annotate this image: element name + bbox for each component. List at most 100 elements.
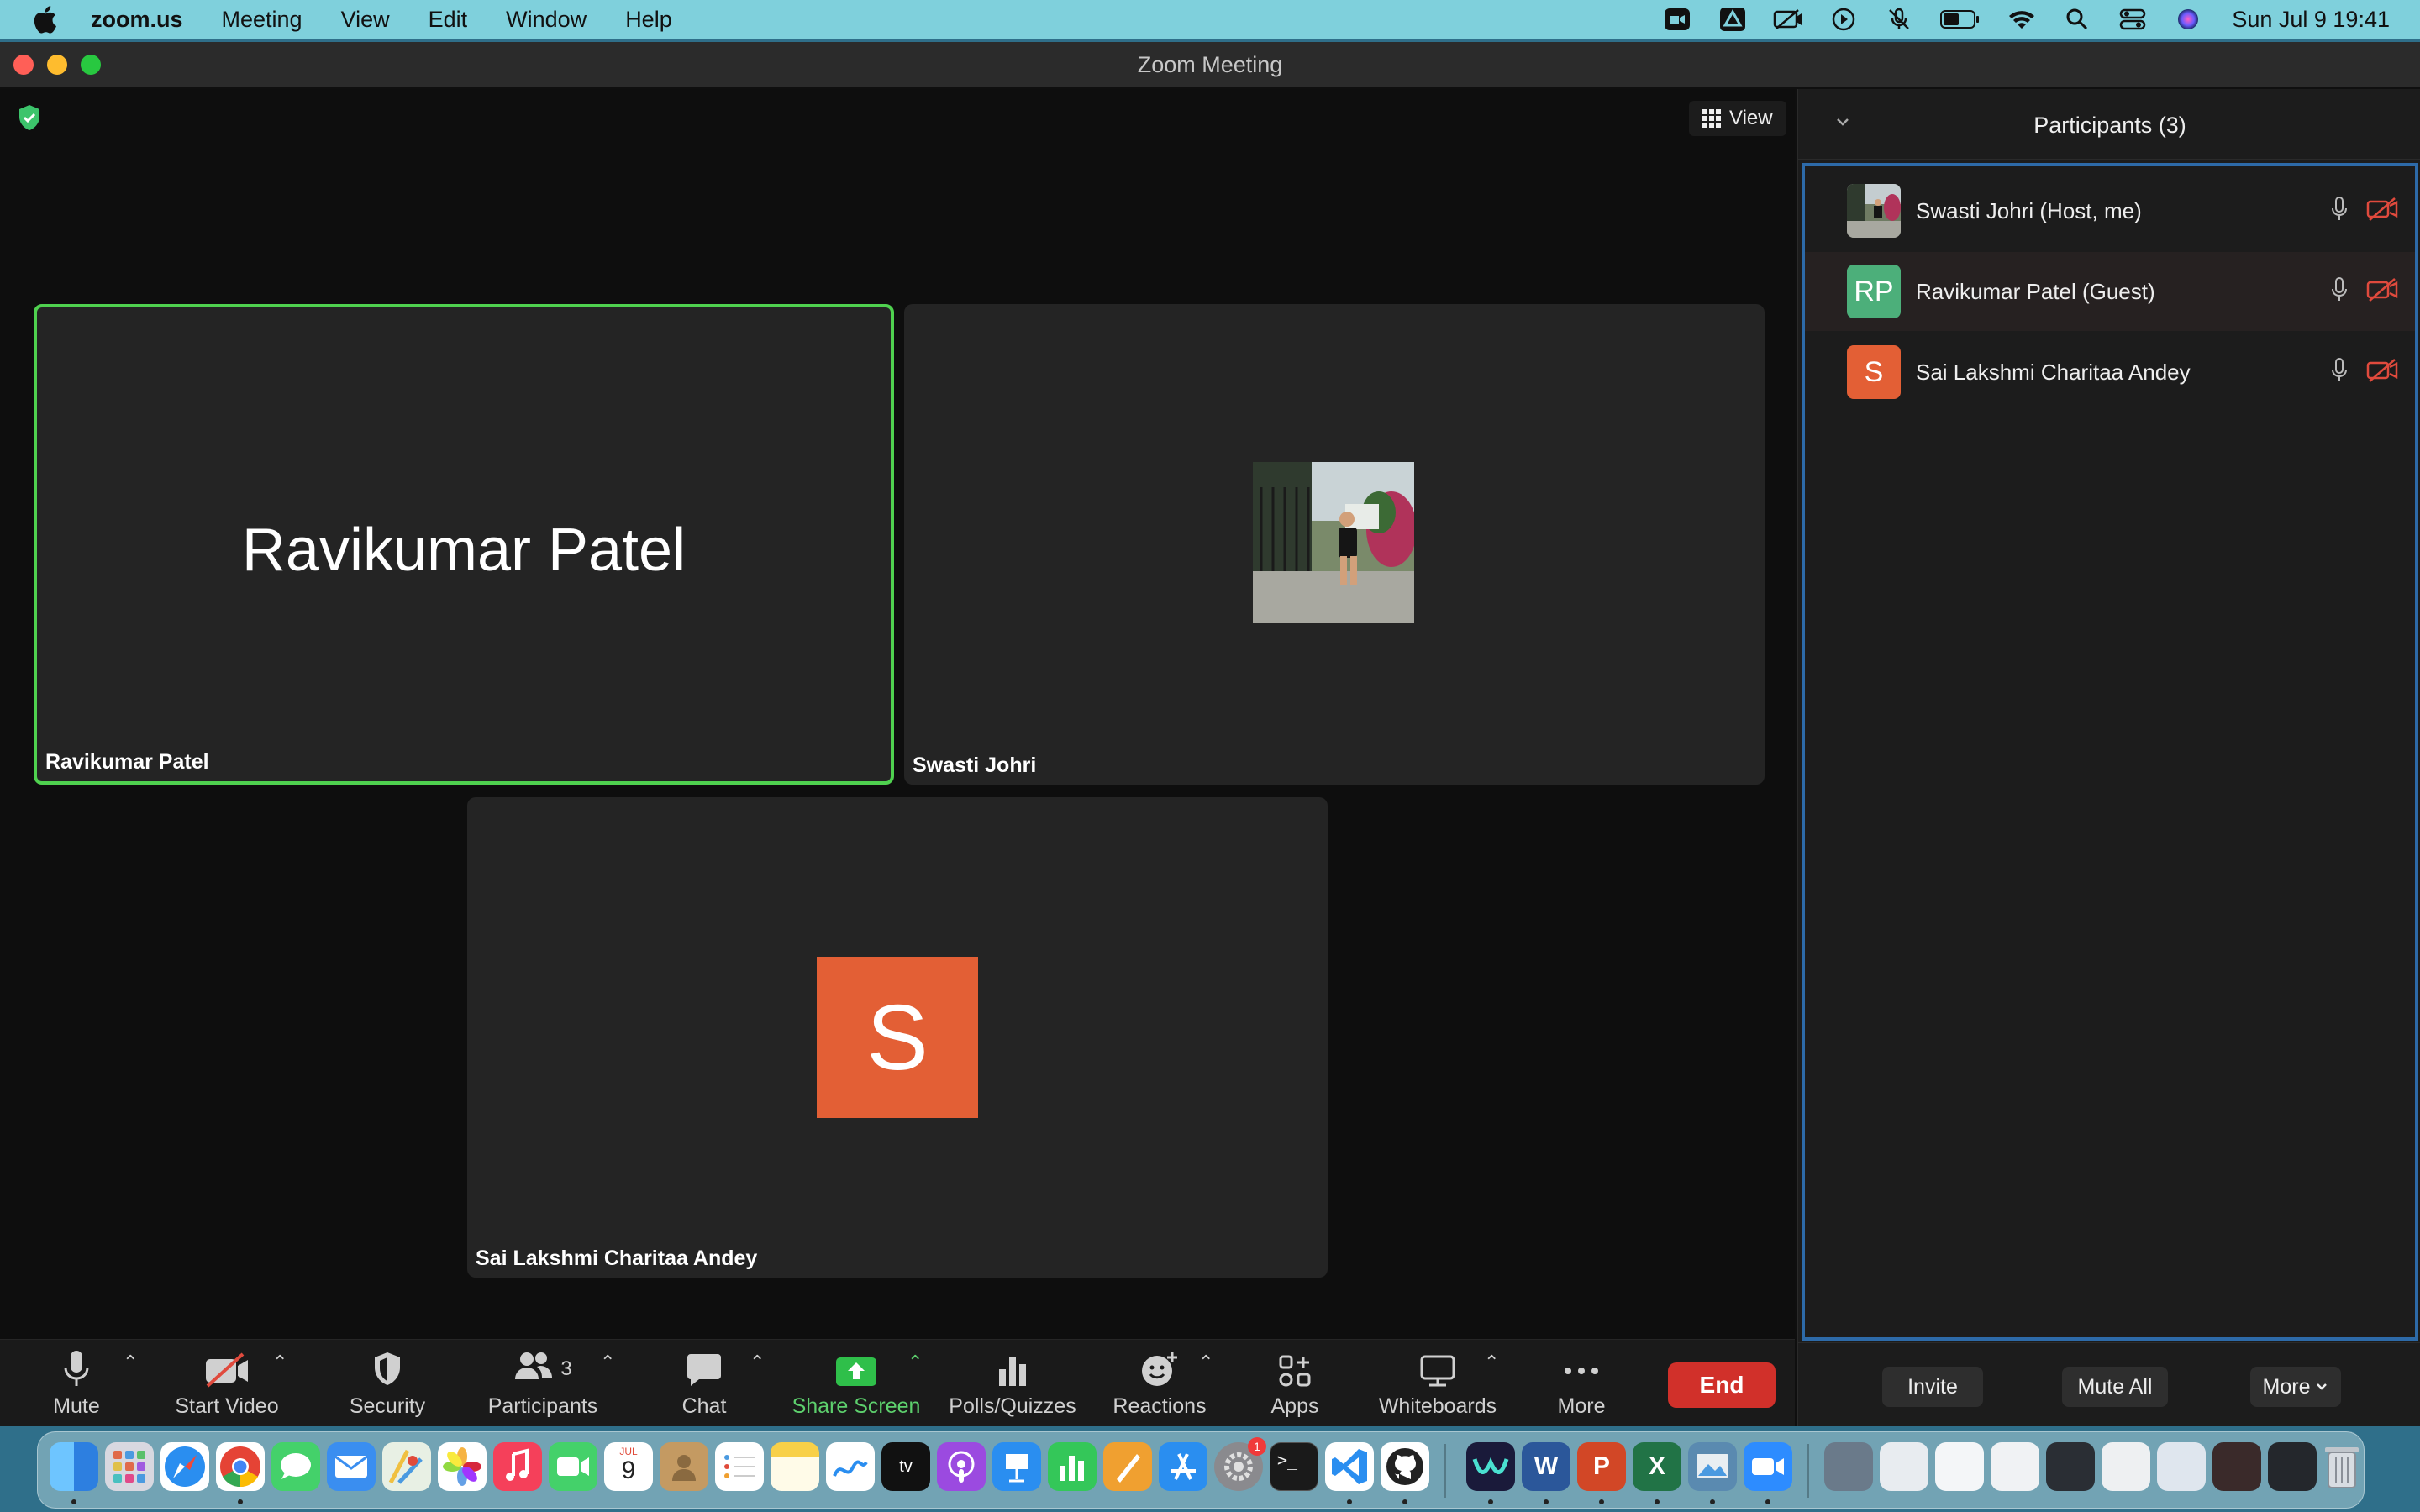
video-off-icon[interactable] bbox=[2366, 277, 2398, 307]
captions-icon[interactable] bbox=[1773, 7, 1803, 32]
webex-icon[interactable] bbox=[1466, 1442, 1515, 1491]
more-button[interactable]: More bbox=[1546, 1340, 1617, 1427]
contacts-icon[interactable] bbox=[660, 1442, 708, 1491]
zoom-app-icon[interactable] bbox=[1744, 1442, 1792, 1491]
apple-tv-icon[interactable]: tv bbox=[881, 1442, 930, 1491]
system-settings-icon[interactable]: 1 bbox=[1214, 1437, 1266, 1491]
wifi-icon[interactable] bbox=[2007, 7, 2037, 32]
music-icon[interactable] bbox=[493, 1442, 542, 1491]
whiteboards-button[interactable]: Whiteboards bbox=[1373, 1340, 1502, 1427]
security-button[interactable]: Security bbox=[336, 1340, 439, 1427]
menu-edit[interactable]: Edit bbox=[429, 7, 468, 33]
word-icon[interactable]: W bbox=[1522, 1442, 1570, 1491]
spotlight-icon[interactable] bbox=[2062, 7, 2092, 32]
menu-window[interactable]: Window bbox=[506, 7, 587, 33]
mute-all-button[interactable]: Mute All bbox=[2062, 1367, 2168, 1407]
end-meeting-button[interactable]: End bbox=[1668, 1362, 1776, 1408]
photos-icon[interactable] bbox=[438, 1442, 487, 1491]
whiteboards-label: Whiteboards bbox=[1378, 1394, 1497, 1418]
microphone-icon[interactable] bbox=[2329, 196, 2349, 227]
numbers-icon[interactable] bbox=[1048, 1442, 1097, 1491]
podcasts-icon[interactable] bbox=[937, 1442, 986, 1491]
minimized-window-thumbnail[interactable] bbox=[1935, 1442, 1984, 1491]
reminders-icon[interactable] bbox=[715, 1442, 764, 1491]
minimized-window-thumbnail[interactable] bbox=[1880, 1442, 1928, 1491]
video-tile-ravikumar[interactable]: Ravikumar Patel Ravikumar Patel bbox=[34, 304, 894, 785]
chrome-icon[interactable] bbox=[216, 1442, 265, 1491]
polls-button[interactable]: Polls/Quizzes bbox=[946, 1340, 1079, 1427]
video-tile-sai[interactable]: S Sai Lakshmi Charitaa Andey bbox=[467, 797, 1328, 1278]
minimized-window-thumbnail[interactable] bbox=[2157, 1442, 2206, 1491]
messages-icon[interactable] bbox=[271, 1442, 320, 1491]
excel-icon[interactable]: X bbox=[1633, 1442, 1681, 1491]
share-screen-button[interactable]: Share Screen bbox=[790, 1340, 923, 1427]
keynote-icon[interactable] bbox=[992, 1442, 1041, 1491]
notes-icon[interactable] bbox=[771, 1442, 819, 1491]
start-video-button[interactable]: Start Video bbox=[168, 1340, 286, 1427]
panel-more-button[interactable]: More bbox=[2250, 1367, 2341, 1407]
video-tile-swasti[interactable]: Swasti Johri bbox=[904, 304, 1765, 785]
participants-button[interactable]: 3 Participants bbox=[481, 1340, 605, 1427]
pages-icon[interactable] bbox=[1103, 1442, 1152, 1491]
minimized-window-thumbnail[interactable] bbox=[2268, 1442, 2317, 1491]
github-desktop-icon[interactable] bbox=[1381, 1442, 1429, 1491]
window-titlebar[interactable]: Zoom Meeting bbox=[0, 42, 2420, 87]
mail-icon[interactable] bbox=[327, 1442, 376, 1491]
mute-button[interactable]: Mute bbox=[42, 1340, 111, 1427]
menu-app-name[interactable]: zoom.us bbox=[91, 7, 183, 33]
trash-icon[interactable] bbox=[2323, 1442, 2360, 1491]
encryption-shield-icon[interactable] bbox=[17, 104, 42, 131]
powerpoint-icon[interactable]: P bbox=[1577, 1442, 1626, 1491]
participant-row-ravikumar[interactable]: RP Ravikumar Patel (Guest) bbox=[1805, 252, 2415, 331]
zoom-status-icon[interactable] bbox=[1662, 7, 1692, 32]
minimized-window-thumbnail[interactable] bbox=[1991, 1442, 2039, 1491]
play-icon[interactable] bbox=[1828, 7, 1859, 32]
share-options-caret[interactable]: ⌃ bbox=[908, 1352, 923, 1373]
control-center-icon[interactable] bbox=[2118, 7, 2148, 32]
menu-help[interactable]: Help bbox=[625, 7, 672, 33]
dock-separator bbox=[1807, 1444, 1809, 1498]
preview-icon[interactable] bbox=[1688, 1442, 1737, 1491]
video-off-icon[interactable] bbox=[2366, 358, 2398, 387]
minimized-window-thumbnail[interactable] bbox=[2212, 1442, 2261, 1491]
siri-icon[interactable] bbox=[2173, 7, 2203, 32]
launchpad-icon[interactable] bbox=[105, 1442, 154, 1491]
menubar-status-area: Sun Jul 9 19:41 bbox=[1662, 0, 2390, 39]
drive-icon[interactable] bbox=[1718, 7, 1748, 32]
app-store-icon[interactable] bbox=[1159, 1442, 1207, 1491]
macos-menubar: zoom.us Meeting View Edit Window Help Su… bbox=[0, 0, 2420, 39]
view-layout-button[interactable]: View bbox=[1689, 101, 1786, 136]
video-options-caret[interactable]: ⌃ bbox=[272, 1352, 287, 1373]
video-off-icon[interactable] bbox=[2366, 197, 2398, 226]
menu-view[interactable]: View bbox=[341, 7, 390, 33]
terminal-icon[interactable]: >_ bbox=[1270, 1442, 1318, 1491]
apps-button[interactable]: Apps bbox=[1260, 1340, 1329, 1427]
chat-options-caret[interactable]: ⌃ bbox=[750, 1352, 765, 1373]
menu-meeting[interactable]: Meeting bbox=[222, 7, 302, 33]
participant-row-sai[interactable]: S Sai Lakshmi Charitaa Andey bbox=[1805, 333, 2415, 412]
finder-icon[interactable] bbox=[50, 1442, 98, 1491]
audio-options-caret[interactable]: ⌃ bbox=[123, 1352, 138, 1373]
facetime-icon[interactable] bbox=[549, 1442, 597, 1491]
mute-icon[interactable] bbox=[1884, 7, 1914, 32]
safari-icon[interactable] bbox=[160, 1442, 209, 1491]
minimized-window-thumbnail[interactable] bbox=[2102, 1442, 2150, 1491]
minimized-window-thumbnail[interactable] bbox=[2046, 1442, 2095, 1491]
apple-menu-icon[interactable] bbox=[32, 5, 60, 34]
minimized-window-thumbnail[interactable] bbox=[1824, 1442, 1873, 1491]
microphone-icon[interactable] bbox=[2329, 357, 2349, 388]
maps-icon[interactable] bbox=[382, 1442, 431, 1491]
whiteboards-options-caret[interactable]: ⌃ bbox=[1484, 1352, 1499, 1373]
freeform-icon[interactable] bbox=[826, 1442, 875, 1491]
reactions-options-caret[interactable]: ⌃ bbox=[1198, 1352, 1213, 1373]
calendar-icon[interactable]: JUL 9 bbox=[604, 1442, 653, 1491]
chat-button[interactable]: Chat bbox=[664, 1340, 744, 1427]
reactions-button[interactable]: Reactions bbox=[1106, 1340, 1213, 1427]
invite-button[interactable]: Invite bbox=[1882, 1367, 1983, 1407]
microphone-icon[interactable] bbox=[2329, 276, 2349, 307]
battery-icon[interactable] bbox=[1939, 7, 1981, 32]
vscode-icon[interactable] bbox=[1325, 1442, 1374, 1491]
participant-row-swasti[interactable]: Swasti Johri (Host, me) bbox=[1805, 171, 2415, 250]
participants-options-caret[interactable]: ⌃ bbox=[600, 1352, 615, 1373]
menubar-clock[interactable]: Sun Jul 9 19:41 bbox=[2232, 7, 2390, 33]
